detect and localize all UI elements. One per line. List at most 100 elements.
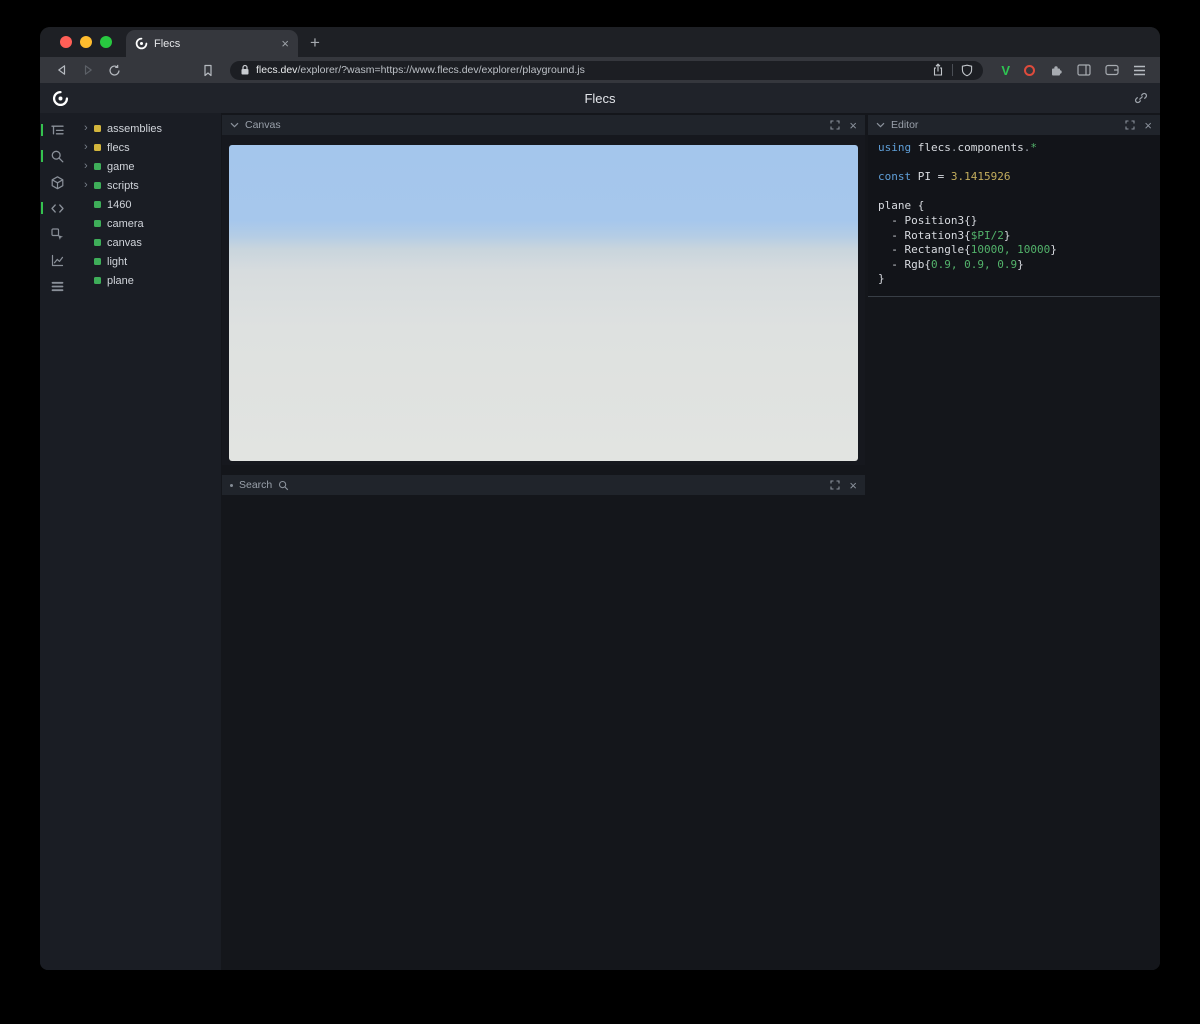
- magnifier-icon: [278, 480, 289, 491]
- wallet-icon[interactable]: [1105, 64, 1119, 76]
- entities-icon[interactable]: [40, 169, 75, 195]
- address-bar-actions: [932, 63, 973, 77]
- entity-color-swatch: [94, 182, 101, 189]
- forward-button[interactable]: [76, 59, 100, 81]
- close-panel-icon[interactable]: ×: [849, 479, 857, 492]
- search-panel-header: Search ×: [222, 475, 865, 495]
- tab-bar: Flecs × +: [40, 27, 1160, 57]
- share-icon[interactable]: [932, 63, 944, 77]
- search-icon[interactable]: [40, 143, 75, 169]
- tree-item-camera[interactable]: camera: [75, 214, 221, 233]
- zoom-window-button[interactable]: [100, 36, 112, 48]
- outliner-icon[interactable]: [40, 117, 75, 143]
- entity-color-swatch: [94, 163, 101, 170]
- editor-panel: Editor × using flecs.components.* const P…: [868, 115, 1160, 297]
- entity-color-swatch: [94, 125, 101, 132]
- lock-icon: [240, 64, 250, 76]
- tree-item-label: light: [107, 255, 128, 268]
- tree-item-plane[interactable]: plane: [75, 271, 221, 290]
- expand-panel-icon[interactable]: [830, 480, 840, 490]
- panel-actions: ×: [830, 479, 857, 492]
- expand-chevron-icon[interactable]: ›: [84, 123, 93, 134]
- recorder-extension-icon[interactable]: [1024, 64, 1035, 76]
- right-column: Editor × using flecs.components.* const P…: [868, 113, 1160, 970]
- collapse-chevron-icon[interactable]: [876, 122, 885, 128]
- traffic-lights: [40, 36, 126, 48]
- url-text: flecs.dev/explorer/?wasm=https://www.fle…: [256, 64, 585, 76]
- tree-item-scripts[interactable]: › scripts: [75, 176, 221, 195]
- tab-close-icon[interactable]: ×: [281, 37, 289, 50]
- panel-actions: ×: [830, 119, 857, 132]
- canvas-panel-header: Canvas ×: [222, 115, 865, 135]
- entity-color-swatch: [94, 144, 101, 151]
- expand-panel-icon[interactable]: [1125, 120, 1135, 130]
- tree-item-light[interactable]: light: [75, 252, 221, 271]
- app-header: Flecs: [40, 83, 1160, 113]
- tree-item-label: assemblies: [107, 122, 163, 135]
- editor-code[interactable]: using flecs.components.* const PI = 3.141…: [868, 135, 1160, 297]
- sidebar-toggle-icon[interactable]: [1077, 64, 1091, 76]
- reload-button[interactable]: [102, 59, 126, 81]
- canvas-3d-viewport[interactable]: [229, 145, 858, 461]
- tree-item-game[interactable]: › game: [75, 157, 221, 176]
- code-line: const PI = 3.1415926: [878, 170, 1011, 184]
- app-body: › assemblies › flecs › game › scripts 1460 camera…: [40, 113, 1160, 970]
- expand-chevron-icon[interactable]: ›: [84, 161, 93, 172]
- stats-icon[interactable]: [40, 247, 75, 273]
- code-line: using flecs.components.*: [878, 141, 1037, 154]
- url-domain: flecs.dev: [256, 64, 298, 76]
- desktop: Flecs × + flecs.dev/explorer/?wasm=https…: [0, 0, 1200, 1024]
- close-panel-icon[interactable]: ×: [849, 119, 857, 132]
- close-window-button[interactable]: [60, 36, 72, 48]
- panel-title: Canvas: [245, 119, 281, 131]
- tree-item-flecs[interactable]: › flecs: [75, 138, 221, 157]
- code-line: - Rgb{0.9, 0.9, 0.9}: [878, 257, 1024, 271]
- browser-window: Flecs × + flecs.dev/explorer/?wasm=https…: [40, 27, 1160, 970]
- expand-chevron-icon[interactable]: ›: [84, 180, 93, 191]
- extensions-puzzle-icon[interactable]: [1049, 63, 1063, 77]
- collapsed-indicator-icon[interactable]: [230, 483, 233, 487]
- tree-item-1460[interactable]: 1460: [75, 195, 221, 214]
- bookmark-icon[interactable]: [196, 59, 220, 81]
- extension-icons: V: [1001, 63, 1146, 77]
- minimize-window-button[interactable]: [80, 36, 92, 48]
- vimium-extension-icon[interactable]: V: [1001, 64, 1010, 77]
- share-link-icon[interactable]: [1134, 91, 1148, 105]
- entity-color-swatch: [94, 239, 101, 246]
- panel-title: Search: [239, 479, 273, 491]
- tree-item-label: canvas: [107, 236, 142, 249]
- new-tab-button[interactable]: +: [310, 34, 320, 51]
- menu-hamburger-icon[interactable]: [1133, 65, 1146, 76]
- collapse-chevron-icon[interactable]: [230, 122, 239, 128]
- inspector-icon[interactable]: [40, 221, 75, 247]
- panel-title: Editor: [891, 119, 919, 131]
- close-panel-icon[interactable]: ×: [1144, 119, 1152, 132]
- code-line: - Position3{}: [878, 213, 978, 227]
- entity-color-swatch: [94, 201, 101, 208]
- address-bar[interactable]: flecs.dev/explorer/?wasm=https://www.fle…: [230, 60, 984, 80]
- panel-actions: ×: [1125, 119, 1152, 132]
- tree-item-assemblies[interactable]: › assemblies: [75, 119, 221, 138]
- expand-panel-icon[interactable]: [830, 120, 840, 130]
- brave-shield-icon[interactable]: [961, 64, 973, 77]
- canvas-panel: Canvas ×: [222, 115, 865, 465]
- entity-tree: › assemblies › flecs › game › scripts 1460 camera…: [75, 113, 221, 970]
- queries-icon[interactable]: [40, 273, 75, 299]
- tree-item-canvas[interactable]: canvas: [75, 233, 221, 252]
- expand-chevron-icon[interactable]: ›: [84, 142, 93, 153]
- tree-item-label: scripts: [107, 179, 139, 192]
- editor-panel-header: Editor ×: [868, 115, 1160, 135]
- code-line: - Rectangle{10000, 10000}: [878, 243, 1057, 257]
- back-button[interactable]: [50, 59, 74, 81]
- center-column: Canvas × Search ×: [221, 113, 865, 970]
- browser-toolbar: flecs.dev/explorer/?wasm=https://www.fle…: [40, 57, 1160, 83]
- code-line: plane {: [878, 199, 925, 213]
- tree-item-label: plane: [107, 274, 134, 287]
- code-line: }: [878, 272, 885, 286]
- browser-tab[interactable]: Flecs ×: [126, 30, 298, 57]
- separator: [952, 64, 954, 76]
- entity-color-swatch: [94, 220, 101, 227]
- icon-rail: [40, 113, 75, 970]
- code-icon[interactable]: [40, 195, 75, 221]
